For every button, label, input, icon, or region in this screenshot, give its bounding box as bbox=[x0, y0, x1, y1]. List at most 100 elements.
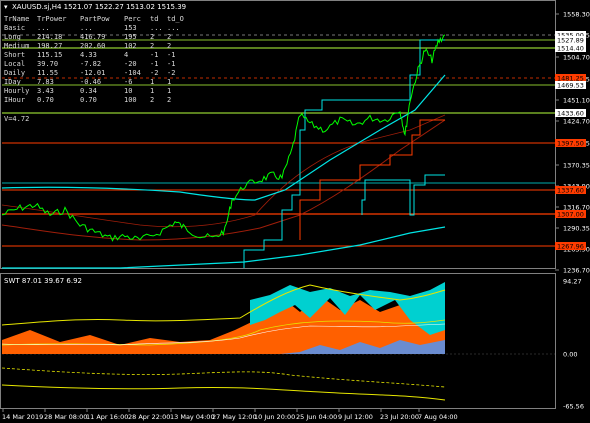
stats-cell: 4.33 bbox=[80, 51, 97, 59]
stats-cell: ... bbox=[150, 24, 163, 32]
stats-cell: 11.55 bbox=[37, 69, 58, 77]
price-tag-label: 1469.53 bbox=[557, 82, 584, 90]
stats-cell: Long bbox=[4, 33, 21, 41]
stats-cell: ... bbox=[37, 24, 50, 32]
time-tick-label: 28 Apr 22:00 bbox=[128, 413, 170, 421]
stats-cell: 1 bbox=[167, 87, 171, 95]
time-axis: 14 Mar 2019 28 Mar 08:0011 Apr 16:00 28 Ap… bbox=[2, 408, 458, 421]
stats-cell: -1 bbox=[167, 51, 175, 59]
stats-cell: -6 bbox=[124, 78, 132, 86]
price-tag-label: 1514.40 bbox=[557, 45, 584, 53]
stats-cell: Medium bbox=[4, 42, 29, 50]
stats-cell: 102 bbox=[124, 42, 137, 50]
indicator-axis: 94.27 0.00 -65.56 bbox=[563, 278, 584, 411]
stats-cell: IDay bbox=[4, 78, 21, 86]
indicator-tick-label: 94.27 bbox=[563, 278, 582, 286]
time-tick-label: 27 May 12:00 bbox=[212, 413, 257, 421]
stats-cell: 4 bbox=[124, 51, 128, 59]
time-tick-label: 14 Mar 2019 bbox=[2, 413, 43, 421]
price-tag-label: 1337.60 bbox=[557, 187, 584, 195]
stats-header: TrPower bbox=[37, 15, 67, 23]
stats-cell: 39.70 bbox=[37, 60, 58, 68]
stats-cell: -12.01 bbox=[80, 69, 105, 77]
price-tick-label: 1370.35 bbox=[563, 162, 590, 170]
stats-cell: 2 bbox=[167, 42, 171, 50]
stats-cell: -1 bbox=[167, 60, 175, 68]
price-tick-label: 1290.35 bbox=[563, 225, 590, 233]
main-chart-lines bbox=[1, 34, 446, 269]
stats-cell: 10 bbox=[124, 87, 132, 95]
stats-header: td_O bbox=[167, 15, 184, 23]
ma-mid-line bbox=[1, 114, 446, 228]
stats-cell: ... bbox=[80, 24, 93, 32]
price-tick-label: 1558.30 bbox=[563, 11, 590, 19]
stats-cell: 198.27 bbox=[37, 42, 62, 50]
stats-cell: 115.15 bbox=[37, 51, 62, 59]
time-tick-label: 13 May 04:00 bbox=[170, 413, 215, 421]
time-tick-label: 23 Jul 20:00 bbox=[380, 413, 419, 421]
stats-cell: 0.70 bbox=[37, 96, 54, 104]
stats-cell: IHour bbox=[4, 96, 25, 104]
price-tick-label: 1236.70 bbox=[563, 267, 590, 275]
stats-cell: -2 bbox=[167, 69, 175, 77]
indicator-label: SWT 87.01 39.67 6.92 bbox=[4, 277, 82, 285]
stats-cell: ... bbox=[167, 24, 180, 32]
stats-cell: Daily bbox=[4, 69, 25, 77]
stats-cell: Hourly bbox=[4, 87, 29, 95]
price-tick-label: 1504.70 bbox=[563, 54, 590, 62]
stats-cell: 7.83 bbox=[37, 78, 54, 86]
stats-cell: 0.70 bbox=[80, 96, 97, 104]
stats-header: Perc bbox=[124, 15, 141, 23]
stats-cell: -7.82 bbox=[80, 60, 101, 68]
ind-yellow-lower bbox=[1, 384, 446, 401]
time-tick-label: 9 Jul 12:00 bbox=[338, 413, 373, 421]
price-tag-label: 1307.00 bbox=[557, 211, 584, 219]
price-tick-label: 1424.70 bbox=[563, 118, 590, 126]
stats-header: TrName bbox=[4, 15, 29, 23]
stats-cell: Local bbox=[4, 60, 25, 68]
stats-cell: 2 bbox=[150, 96, 154, 104]
stats-header: td bbox=[150, 15, 158, 23]
stats-table: TrName TrPower PartPow Perc td td_O Basic.....… bbox=[4, 15, 184, 123]
indicator-tick-label: 0.00 bbox=[563, 351, 577, 359]
price-tags: 1535.001527.891514.401481.251469.531433.… bbox=[555, 31, 586, 251]
symbol-dropdown-icon[interactable]: ▾ bbox=[4, 3, 8, 11]
stats-cell: 1 bbox=[150, 87, 154, 95]
stats-cell: 416.79 bbox=[80, 33, 105, 41]
time-tick-label: 11 Apr 16:00 bbox=[86, 413, 128, 421]
stats-cell: 214.18 bbox=[37, 33, 62, 41]
price-tag-label: 1527.89 bbox=[557, 37, 584, 45]
stats-cell: -20 bbox=[124, 60, 137, 68]
stats-cell: 2 bbox=[150, 42, 154, 50]
indicator-subwindow: SWT 87.01 39.67 6.92 94.27 0.00 -65.56 bbox=[1, 277, 584, 411]
volatility-label: V=4.72 bbox=[4, 115, 29, 123]
indicator-tick-label: -65.56 bbox=[563, 403, 584, 411]
chart-window[interactable]: ▾ XAUUSD.sj,H4 1521.07 1522.27 1513.02 1… bbox=[0, 0, 590, 423]
stats-cell: 3.43 bbox=[37, 87, 54, 95]
chart-title: XAUUSD.sj,H4 1521.07 1522.27 1513.02 151… bbox=[12, 3, 186, 11]
stats-cell: -0.46 bbox=[80, 78, 101, 86]
stats-cell: -1 bbox=[150, 51, 158, 59]
time-tick-label: 10 Jun 20:00 bbox=[254, 413, 295, 421]
stats-cell: -2 bbox=[150, 69, 158, 77]
ind-yellow-dashed bbox=[1, 367, 446, 388]
stats-header: PartPow bbox=[80, 15, 110, 23]
price-tag-label: 1267.96 bbox=[557, 243, 584, 251]
price-tick-label: 1451.10 bbox=[563, 97, 590, 105]
stats-cell: 195 bbox=[124, 33, 137, 41]
stats-cell: 100 bbox=[124, 96, 137, 104]
stats-cell: 1 bbox=[167, 78, 171, 86]
stats-cell: Basic bbox=[4, 24, 25, 32]
stats-cell: 202.60 bbox=[80, 42, 105, 50]
time-tick-label: 7 Aug 04:00 bbox=[418, 413, 458, 421]
time-tick-label: 28 Mar 08:00 bbox=[44, 413, 87, 421]
time-tick-label: 25 Jun 04:00 bbox=[296, 413, 337, 421]
step-cyan-lower bbox=[361, 174, 445, 216]
stats-cell: -1 bbox=[150, 60, 158, 68]
stats-cell: 0.34 bbox=[80, 87, 97, 95]
stats-cell: -104 bbox=[124, 69, 141, 77]
stats-cell: 2 bbox=[167, 96, 171, 104]
stats-cell: Short bbox=[4, 51, 25, 59]
stats-cell: 1 bbox=[150, 78, 154, 86]
price-tag-label: 1433.60 bbox=[557, 110, 584, 118]
